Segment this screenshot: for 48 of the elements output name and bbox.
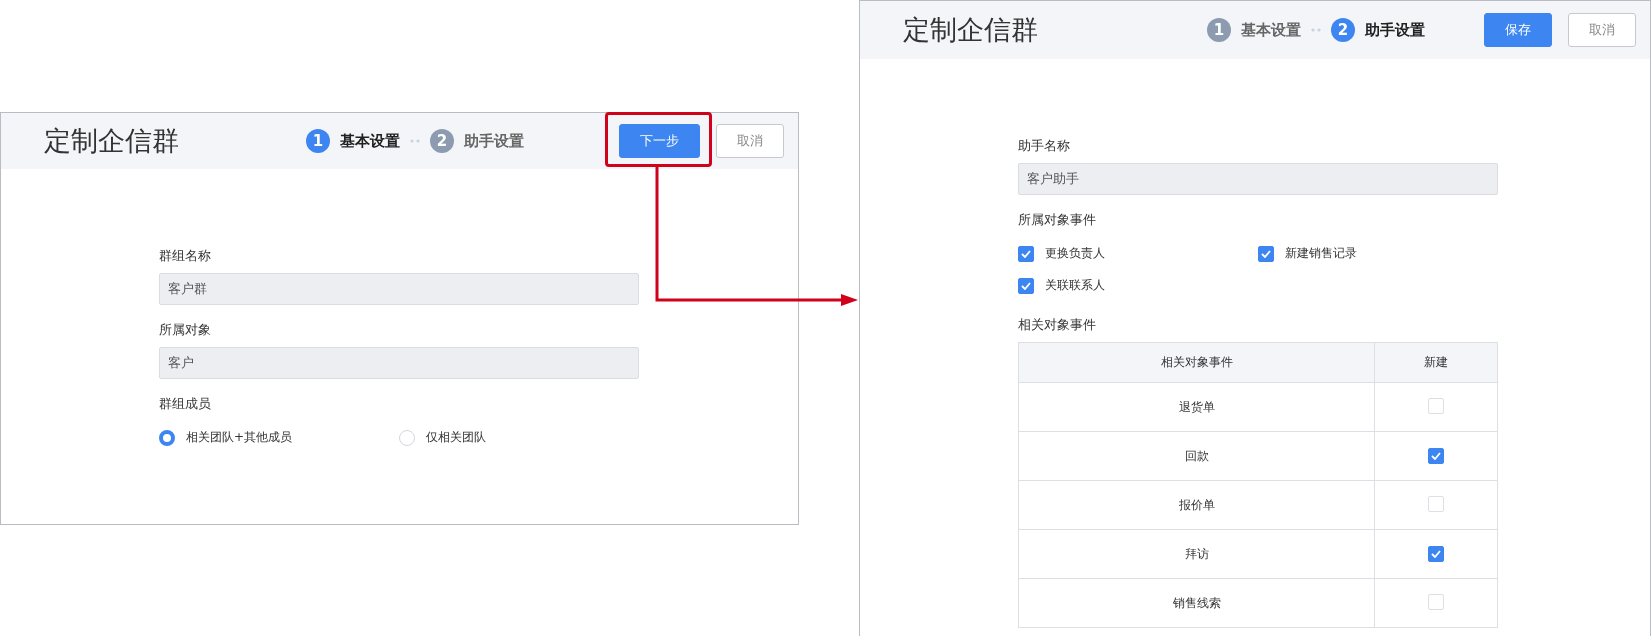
step-label: 助手设置 [464, 131, 524, 151]
radio-option[interactable]: 仅相关团队 [399, 429, 639, 446]
primary-button[interactable]: 下一步 [619, 124, 700, 158]
page-title: 定制企信群 [44, 124, 180, 158]
table-cell: 拜访 [1018, 529, 1375, 579]
step-number: 1 [306, 129, 330, 153]
step-dots-icon [1311, 28, 1321, 32]
checkbox-option[interactable]: 新建销售记录 [1258, 245, 1498, 262]
step-number: 1 [1207, 18, 1231, 42]
radio-option[interactable]: 相关团队+其他成员 [159, 429, 399, 446]
input-field[interactable]: 客户助手 [1018, 163, 1498, 195]
table-cell: 退货单 [1018, 382, 1375, 432]
step-label: 助手设置 [1365, 20, 1425, 40]
column-header: 相关对象事件 [1018, 342, 1375, 383]
checkmark-icon [1021, 281, 1031, 290]
cancel-button[interactable]: 取消 [716, 124, 784, 158]
field-label: 所属对象 [159, 321, 212, 339]
input-field[interactable]: 客户群 [159, 273, 639, 305]
checkmark-icon [1021, 249, 1031, 258]
page-title: 定制企信群 [903, 13, 1039, 47]
checkbox[interactable] [1018, 245, 1034, 262]
radio-icon[interactable] [159, 429, 175, 446]
field-label: 所属对象事件 [1018, 211, 1097, 229]
table-cell: 销售线索 [1018, 578, 1375, 628]
step-dots-icon [410, 139, 420, 143]
primary-button[interactable]: 保存 [1484, 13, 1552, 47]
input-field[interactable]: 客户 [159, 347, 639, 379]
cancel-button[interactable]: 取消 [1568, 13, 1636, 47]
step-number: 2 [430, 129, 454, 153]
column-header: 新建 [1374, 342, 1498, 383]
step-number: 2 [1331, 18, 1355, 42]
checkbox-option[interactable]: 关联联系人 [1018, 277, 1258, 294]
checkbox-option[interactable]: 更换负责人 [1018, 245, 1258, 262]
field-label: 相关对象事件 [1018, 316, 1097, 334]
checkbox[interactable] [1258, 245, 1274, 262]
checkbox[interactable] [1428, 448, 1445, 464]
field-label: 助手名称 [1018, 137, 1071, 155]
checkmark-icon [1261, 249, 1271, 258]
checkmark-icon [1431, 550, 1442, 558]
field-label: 群组名称 [159, 247, 212, 265]
checkbox[interactable] [1428, 546, 1445, 562]
step-label: 基本设置 [1241, 20, 1301, 40]
field-label: 群组成员 [159, 395, 212, 413]
checkmark-icon [1431, 452, 1442, 460]
step-label: 基本设置 [340, 131, 400, 151]
table-cell: 回款 [1018, 431, 1375, 481]
table-cell: 报价单 [1018, 480, 1375, 530]
checkbox[interactable] [1018, 277, 1034, 294]
